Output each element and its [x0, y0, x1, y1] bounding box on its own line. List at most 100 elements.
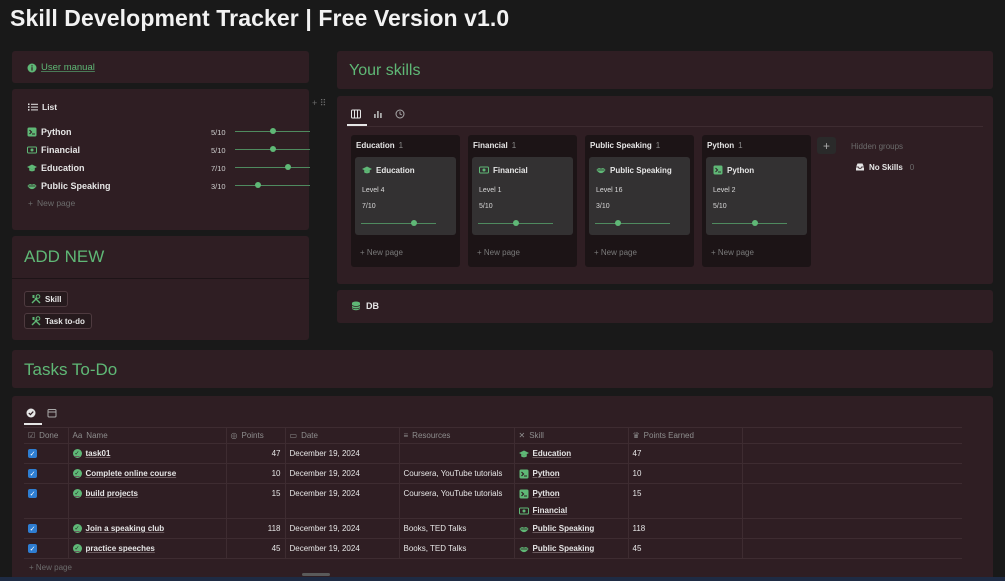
column-header-points[interactable]: ◎ Points	[226, 427, 286, 444]
column-header-skill[interactable]: ✕ Skill	[514, 427, 629, 444]
skill-relation-link[interactable]: Education	[518, 444, 624, 463]
card-title-text: Public Speaking	[610, 165, 672, 175]
list-icon	[28, 103, 38, 111]
calendar-icon: ▭	[289, 431, 298, 440]
column-group-name: Financial	[473, 141, 508, 150]
list-item-public-speaking[interactable]: Public Speaking 3/10	[27, 179, 310, 193]
task-points: 15	[271, 489, 281, 498]
skill-name: Public Speaking	[532, 524, 595, 533]
task-name-link[interactable]: ✓ build projects	[72, 484, 222, 503]
slider-knob	[752, 220, 758, 226]
task-name-link[interactable]: ✓ Complete online course	[72, 464, 222, 483]
column-header-points-earned[interactable]: ♛ Points Earned	[628, 427, 743, 444]
column-count: 1	[398, 141, 404, 150]
done-checkbox[interactable]: ✓	[28, 489, 37, 498]
task-points-earned: 118	[632, 524, 646, 533]
list-view-header[interactable]: List	[28, 102, 57, 112]
column-count: 1	[511, 141, 517, 150]
column-group-name: Public Speaking	[590, 141, 652, 150]
table-row[interactable]: ✓ ✓ Join a speaking club 118 December 19,…	[24, 518, 962, 539]
task-name-link[interactable]: ✓ practice speeches	[72, 539, 222, 558]
skill-relation-link[interactable]: Python	[519, 464, 624, 483]
hidden-group-no-skills[interactable]: No Skills 0	[855, 162, 914, 172]
task-name-link[interactable]: ✓ task01	[72, 444, 222, 463]
done-checkbox[interactable]: ✓	[28, 449, 37, 458]
bar-chart-icon	[374, 111, 382, 118]
skill-relation-link[interactable]: Python	[519, 484, 624, 503]
column-new-page-button[interactable]: + New page	[477, 248, 520, 257]
column-header[interactable]: Education 1	[356, 141, 403, 150]
done-checkbox[interactable]: ✓	[28, 469, 37, 478]
check-circle-icon: ✓	[72, 544, 82, 553]
board-column-education: Education 1 Education Level 4 7/10 + New …	[351, 135, 460, 267]
column-header[interactable]: Public Speaking 1	[590, 141, 660, 150]
check-circle-icon[interactable]	[26, 408, 36, 418]
tab-timeline[interactable]	[394, 108, 406, 120]
tab-chart[interactable]	[372, 108, 384, 120]
skill-progress-slider	[361, 220, 436, 226]
slider-knob	[285, 164, 291, 170]
divider	[12, 278, 309, 279]
skill-card[interactable]: Python Level 2 5/10	[706, 157, 807, 235]
column-header-name[interactable]: Aa Name	[68, 427, 227, 444]
relation-icon: ✕	[518, 431, 526, 440]
skill-card[interactable]: Financial Level 1 5/10	[472, 157, 573, 235]
list-new-page-button[interactable]: + New page	[28, 198, 75, 208]
card-score: 5/10	[713, 203, 727, 210]
card-level: Level 16	[596, 187, 623, 194]
list-item-education[interactable]: Education 7/10	[27, 161, 310, 175]
column-new-page-button[interactable]: + New page	[711, 248, 754, 257]
view-tabs	[26, 408, 57, 418]
task-resources	[404, 444, 510, 463]
column-header[interactable]: Python 1	[707, 141, 743, 150]
db-link[interactable]: DB	[351, 301, 379, 311]
done-checkbox[interactable]: ✓	[28, 544, 37, 553]
task-name-link[interactable]: ✓ Join a speaking club	[72, 519, 222, 538]
table-row[interactable]: ✓ ✓ build projects 15 December 19, 2024 C…	[24, 483, 962, 519]
board-column-public-speaking: Public Speaking 1 Public Speaking Level 1…	[585, 135, 694, 267]
new-page-label: New page	[600, 248, 637, 257]
column-header-resources[interactable]: ≡ Resources	[399, 427, 515, 444]
list-view-label: List	[42, 102, 58, 112]
horizontal-scrollbar[interactable]	[302, 573, 330, 576]
slider-knob	[270, 128, 276, 134]
skill-relation-link[interactable]: Public Speaking	[519, 519, 624, 538]
list-item-python[interactable]: Python 5/10	[27, 125, 310, 139]
add-group-button[interactable]: +	[817, 137, 836, 154]
card-title-text: Education	[376, 165, 415, 175]
table-row[interactable]: ✓ ✓ Complete online course 10 December 19…	[24, 463, 962, 484]
user-manual-link[interactable]: User manual	[27, 62, 95, 73]
skill-relation-link[interactable]: Public Speaking	[519, 539, 624, 558]
column-new-page-button[interactable]: + New page	[594, 248, 637, 257]
add-skill-button[interactable]: Skill	[24, 291, 69, 307]
column-header-done[interactable]: ☑ Done	[24, 427, 69, 444]
table-row[interactable]: ✓ ✓ practice speeches 45 December 19, 202…	[24, 538, 962, 559]
table-row[interactable]: ✓ ✓ task01 47 December 19, 2024 Education…	[24, 443, 962, 464]
column-header-date[interactable]: ▭ Date	[285, 427, 400, 444]
column-count: 1	[738, 141, 743, 150]
tasks-new-page-button[interactable]: + New page	[29, 563, 72, 572]
skill-card[interactable]: Public Speaking Level 16 3/10	[589, 157, 690, 235]
header-label: Done	[39, 431, 59, 440]
tab-board[interactable]	[350, 108, 362, 120]
skill-progress-slider	[235, 146, 310, 152]
column-new-page-button[interactable]: + New page	[360, 248, 403, 257]
column-header[interactable]: Financial 1	[473, 141, 516, 150]
skill-progress-slider	[478, 220, 553, 226]
skill-card[interactable]: Education Level 4 7/10	[355, 157, 456, 235]
add-task-button[interactable]: Task to-do	[24, 313, 92, 329]
list-item-financial[interactable]: Financial 5/10	[27, 143, 310, 157]
python-icon	[519, 469, 528, 478]
tools-icon	[31, 316, 41, 326]
tools-icon	[31, 294, 41, 304]
drag-handle-icon[interactable]: + ⠿	[312, 98, 326, 109]
task-resources: Coursera, YouTube tutorials	[403, 489, 503, 498]
task-name: Join a speaking club	[85, 524, 165, 533]
task-points: 118	[267, 524, 281, 533]
tasks-heading: Tasks To-Do	[24, 360, 118, 379]
skill-progress-slider	[235, 182, 310, 188]
calendar-icon[interactable]	[47, 408, 57, 418]
database-icon	[351, 301, 361, 311]
done-checkbox[interactable]: ✓	[28, 524, 37, 533]
skill-relation-link[interactable]: Financial	[518, 503, 624, 518]
